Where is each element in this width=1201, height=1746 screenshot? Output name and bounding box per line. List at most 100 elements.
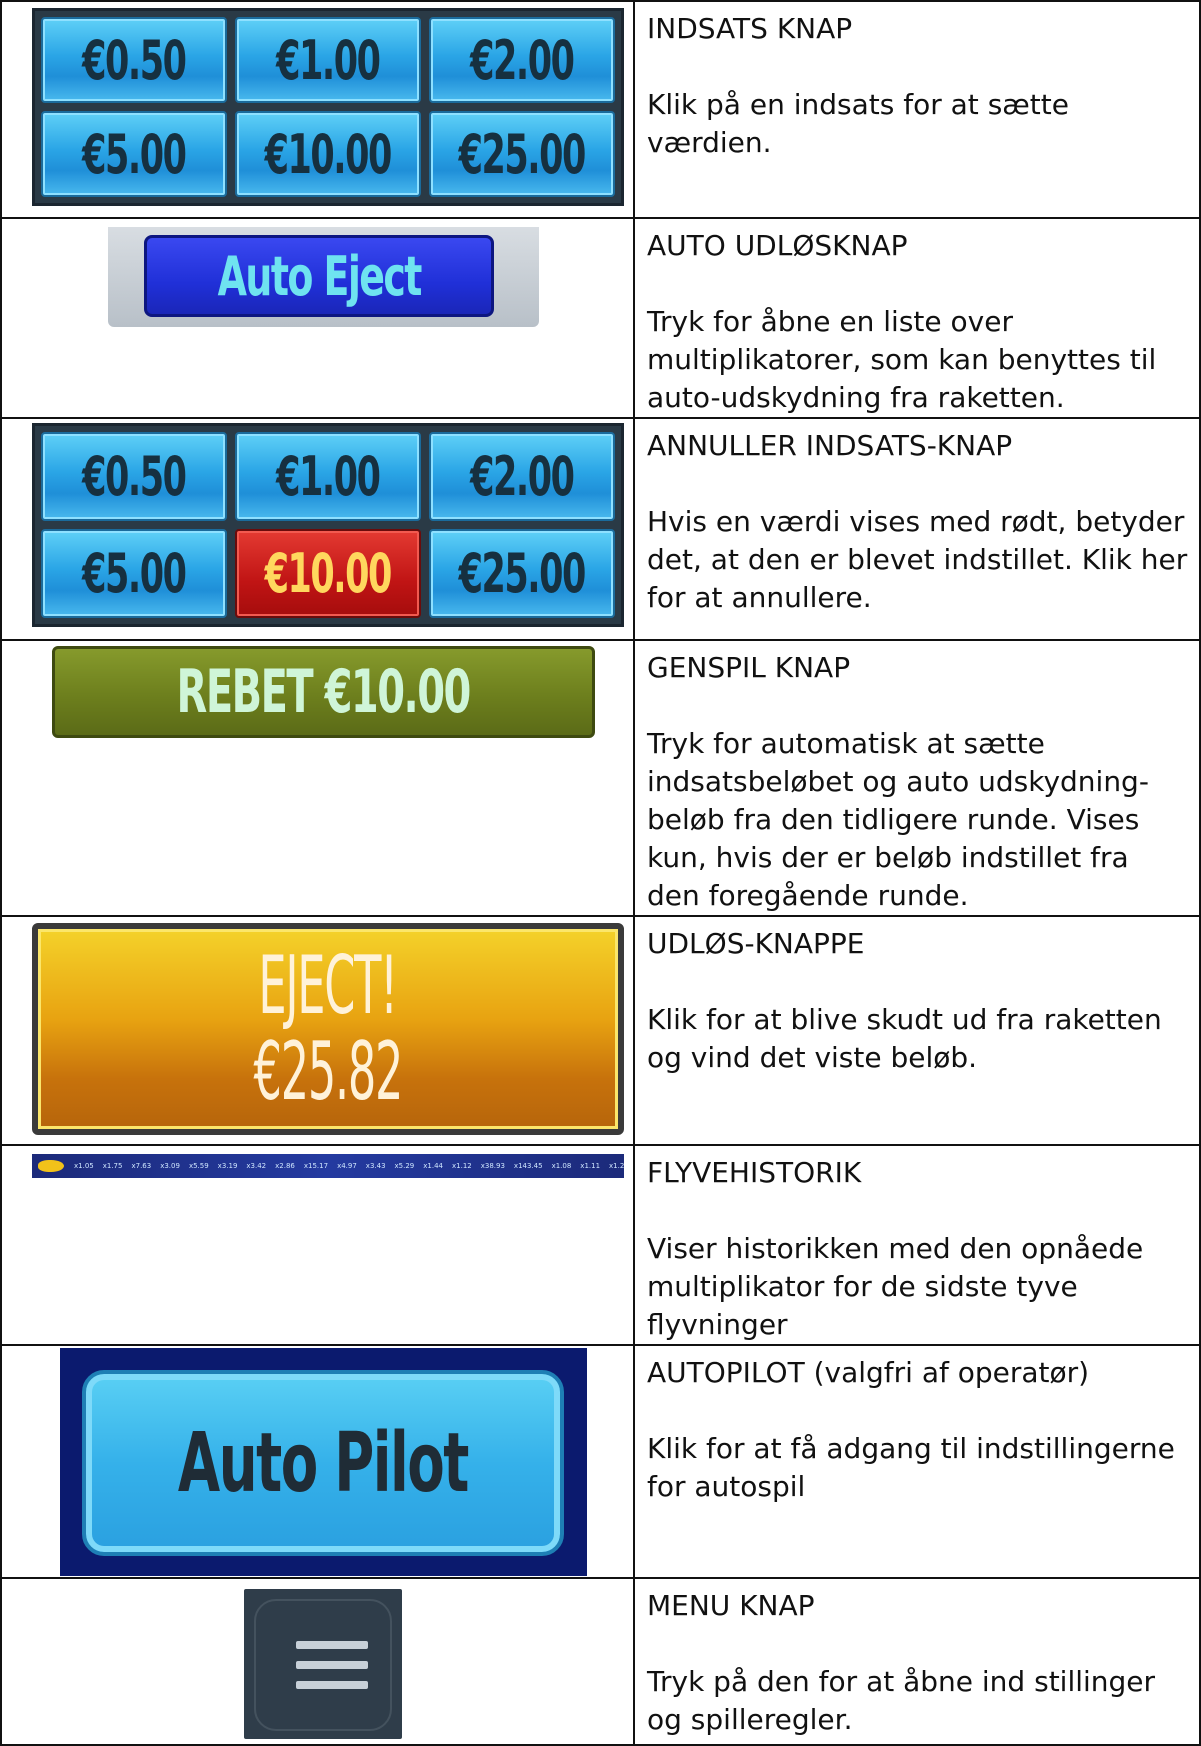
history-multiplier: x3.19 bbox=[217, 1162, 238, 1170]
cancel-image-cell: €0.50 €1.00 €2.00 €5.00 €10.00 €25.00 bbox=[0, 417, 635, 641]
row-description: Tryk for åbne en liste over multiplikato… bbox=[647, 305, 1157, 414]
rebet-label: REBET €10.00 bbox=[176, 657, 472, 727]
row-title: ANNULLER INDSATS-KNAP bbox=[647, 429, 1013, 462]
stake-chip-label: €1.00 bbox=[276, 445, 381, 508]
history-text-cell: FLYVEHISTORIK Viser historikken med den … bbox=[633, 1144, 1201, 1346]
history-image-cell: x1.05 x1.75 x7.63 x3.09 x5.59 x3.19 x3.42 x2.86… bbox=[0, 1144, 635, 1346]
stake-chip-label: €2.00 bbox=[470, 445, 575, 508]
stake-chip[interactable]: €25.00 bbox=[429, 529, 615, 618]
autopilot-panel: Auto Pilot bbox=[60, 1348, 587, 1576]
history-multiplier: x1.11 bbox=[580, 1162, 601, 1170]
row-description: Klik for at få adgang til indstillingern… bbox=[647, 1432, 1175, 1503]
stake-chip-label: €0.50 bbox=[82, 445, 187, 508]
rebet-text-cell: GENSPIL KNAP Tryk for automatisk at sætt… bbox=[633, 639, 1201, 917]
menu-text-cell: MENU KNAP Tryk på den for at åbne ind st… bbox=[633, 1577, 1201, 1746]
eject-amount: €25.82 bbox=[253, 1025, 404, 1118]
rocket-icon bbox=[38, 1160, 64, 1172]
stake-chip-label: €1.00 bbox=[276, 28, 381, 92]
table-row: Auto Eject AUTO UDLØSKNAP Tryk for åbne … bbox=[0, 217, 1201, 419]
autopilot-text-cell: AUTOPILOT (valgfri af operatør) Klik for… bbox=[633, 1344, 1201, 1579]
auto-eject-panel: Auto Eject bbox=[108, 227, 539, 327]
eject-button[interactable]: EJECT! €25.82 bbox=[32, 923, 624, 1135]
eject-image-cell: EJECT! €25.82 bbox=[0, 915, 635, 1146]
row-description: Viser historikken med den opnåede multip… bbox=[647, 1232, 1144, 1341]
stake-chip[interactable]: €5.00 bbox=[41, 111, 227, 197]
history-multiplier: x2.86 bbox=[275, 1162, 295, 1170]
autopilot-label: Auto Pilot bbox=[178, 1415, 469, 1511]
row-description: Tryk for automatisk at sætte indsatsbelø… bbox=[647, 727, 1149, 912]
auto-eject-button[interactable]: Auto Eject bbox=[144, 235, 494, 317]
eject-text-cell: UDLØS-KNAPPE Klik for at blive skudt ud … bbox=[633, 915, 1201, 1146]
row-title: UDLØS-KNAPPE bbox=[647, 927, 865, 960]
rebet-image-cell: REBET €10.00 bbox=[0, 639, 635, 917]
history-multiplier: x1.44 bbox=[423, 1162, 443, 1170]
stake-chip-label: €5.00 bbox=[82, 542, 187, 605]
table-row: REBET €10.00 GENSPIL KNAP Tryk for autom… bbox=[0, 639, 1201, 917]
autopilot-image-cell: Auto Pilot bbox=[0, 1344, 635, 1579]
cancel-chip-grid: €0.50 €1.00 €2.00 €5.00 €10.00 €25.00 bbox=[32, 423, 624, 627]
table-row: €0.50 €1.00 €2.00 €5.00 €10.00 €25.00 INDSATS… bbox=[0, 0, 1201, 219]
history-multiplier: x3.43 bbox=[365, 1162, 386, 1170]
history-multiplier: x15.17 bbox=[303, 1162, 329, 1170]
stake-chip[interactable]: €10.00 bbox=[235, 111, 421, 197]
hamburger-menu-icon bbox=[254, 1599, 392, 1731]
stake-chip[interactable]: €25.00 bbox=[429, 111, 615, 197]
stake-chip[interactable]: €5.00 bbox=[41, 529, 227, 618]
stake-chip-selected[interactable]: €10.00 bbox=[235, 529, 421, 618]
autopilot-button[interactable]: Auto Pilot bbox=[82, 1370, 564, 1556]
row-title: MENU KNAP bbox=[647, 1589, 815, 1622]
stake-chip-label: €5.00 bbox=[82, 122, 187, 186]
history-multiplier: x5.59 bbox=[188, 1162, 209, 1170]
stake-chip-label: €25.00 bbox=[458, 542, 587, 605]
stake-chip-label: €10.00 bbox=[264, 542, 393, 605]
row-title: FLYVEHISTORIK bbox=[647, 1156, 862, 1189]
menu-button[interactable] bbox=[244, 1589, 402, 1739]
menu-bar-line bbox=[296, 1681, 368, 1689]
table-row: Auto Pilot AUTOPILOT (valgfri af operatø… bbox=[0, 1344, 1201, 1579]
stake-chip-grid: €0.50 €1.00 €2.00 €5.00 €10.00 €25.00 bbox=[32, 8, 624, 206]
history-multiplier: x3.42 bbox=[246, 1162, 267, 1170]
history-multiplier: x1.20 bbox=[609, 1162, 624, 1170]
table-row: MENU KNAP Tryk på den for at åbne ind st… bbox=[0, 1577, 1201, 1746]
table-row: x1.05 x1.75 x7.63 x3.09 x5.59 x3.19 x3.42 x2.86… bbox=[0, 1144, 1201, 1346]
stake-chip[interactable]: €2.00 bbox=[429, 432, 615, 521]
stakes-text-cell: INDSATS KNAP Klik på en indsats for at s… bbox=[633, 0, 1201, 219]
menu-bar-line bbox=[296, 1641, 368, 1649]
stake-chip-label: €2.00 bbox=[470, 28, 575, 92]
table-row: EJECT! €25.82 UDLØS-KNAPPE Klik for at b… bbox=[0, 915, 1201, 1146]
stake-chip[interactable]: €1.00 bbox=[235, 432, 421, 521]
stakes-image-cell: €0.50 €1.00 €2.00 €5.00 €10.00 €25.00 bbox=[0, 0, 635, 219]
history-multiplier: x7.63 bbox=[131, 1162, 152, 1170]
history-multiplier: x3.09 bbox=[160, 1162, 180, 1170]
menu-bar-line bbox=[296, 1661, 368, 1669]
row-title: INDSATS KNAP bbox=[647, 12, 853, 45]
row-title: GENSPIL KNAP bbox=[647, 651, 851, 684]
cancel-text-cell: ANNULLER INDSATS-KNAP Hvis en værdi vise… bbox=[633, 417, 1201, 641]
history-multiplier: x1.08 bbox=[551, 1162, 572, 1170]
row-description: Hvis en værdi vises med rødt, betyder de… bbox=[647, 505, 1188, 614]
history-multiplier: x1.75 bbox=[102, 1162, 123, 1170]
table-row: €0.50 €1.00 €2.00 €5.00 €10.00 €25.00 ANNULLE… bbox=[0, 417, 1201, 641]
eject-label: EJECT! bbox=[258, 939, 399, 1032]
history-multiplier: x38.93 bbox=[480, 1162, 505, 1170]
row-title: AUTO UDLØSKNAP bbox=[647, 229, 908, 262]
history-multiplier: x4.97 bbox=[337, 1162, 357, 1170]
row-description: Klik på en indsats for at sætte værdien. bbox=[647, 88, 1069, 159]
flight-history-bar: x1.05 x1.75 x7.63 x3.09 x5.59 x3.19 x3.42 x2.86… bbox=[32, 1154, 624, 1178]
stake-chip[interactable]: €2.00 bbox=[429, 17, 615, 103]
auto-eject-label: Auto Eject bbox=[217, 244, 422, 308]
history-multiplier: x1.05 bbox=[74, 1162, 94, 1170]
row-description: Klik for at blive skudt ud fra raketten … bbox=[647, 1003, 1162, 1074]
stake-chip[interactable]: €1.00 bbox=[235, 17, 421, 103]
help-table: €0.50 €1.00 €2.00 €5.00 €10.00 €25.00 INDSATS… bbox=[0, 0, 1201, 1746]
stake-chip[interactable]: €0.50 bbox=[41, 432, 227, 521]
auto-eject-image-cell: Auto Eject bbox=[0, 217, 635, 419]
stake-chip[interactable]: €0.50 bbox=[41, 17, 227, 103]
stake-chip-label: €25.00 bbox=[458, 122, 587, 186]
stake-chip-label: €0.50 bbox=[82, 28, 187, 92]
history-multiplier: x5.29 bbox=[394, 1162, 415, 1170]
stake-chip-label: €10.00 bbox=[264, 122, 393, 186]
rebet-button[interactable]: REBET €10.00 bbox=[52, 646, 595, 738]
row-title: AUTOPILOT (valgfri af operatør) bbox=[647, 1356, 1090, 1389]
row-description: Tryk på den for at åbne ind stillinger o… bbox=[647, 1665, 1156, 1736]
